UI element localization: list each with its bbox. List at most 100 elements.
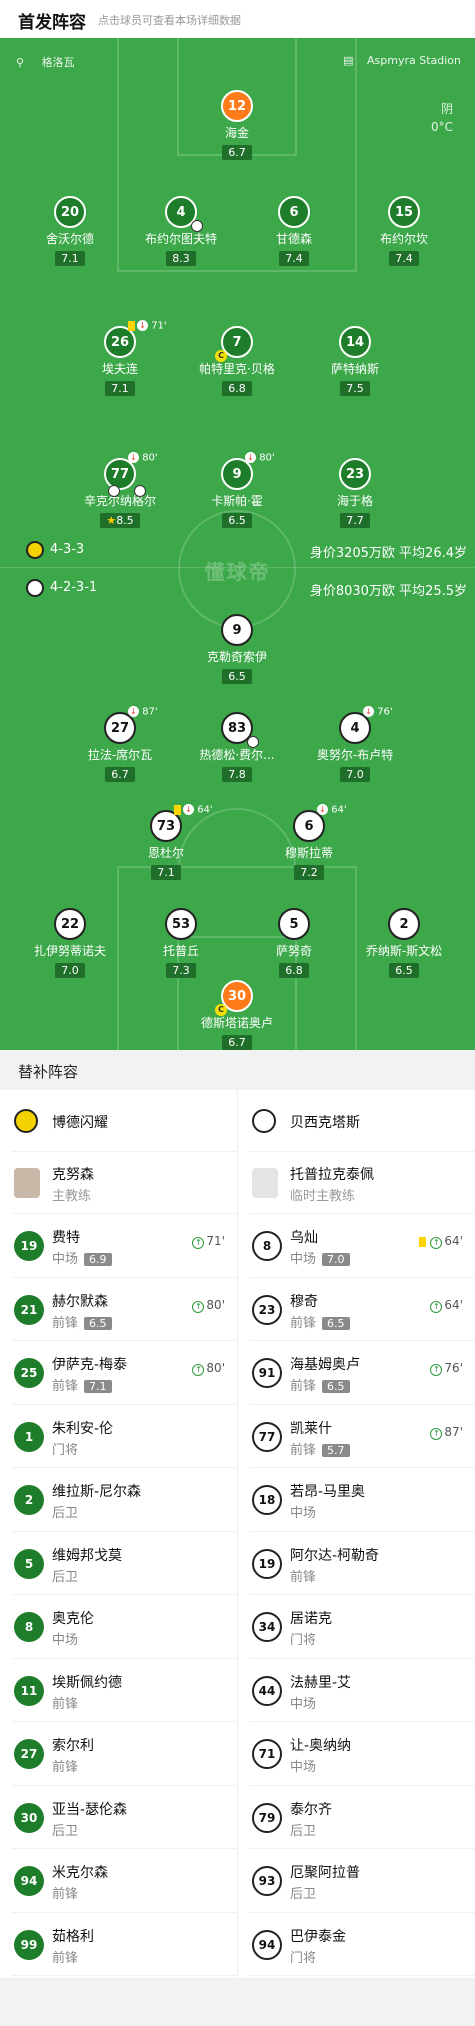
sub-player-row[interactable]: 27 索尔利 前锋 (0, 1722, 237, 1786)
goal-ball-icon (108, 485, 120, 497)
section-hint: 点击球员可查看本场详细数据 (98, 14, 241, 27)
player-home-4[interactable]: 4 布约尔图夫特 8.3 (121, 196, 241, 266)
home-value: 身价3205万欧 平均26.4岁 (309, 546, 467, 561)
sub-player-position: 后卫 (52, 1820, 78, 1839)
home-team-logo (26, 541, 44, 559)
sub-in-icon: ↑ (192, 1300, 205, 1313)
player-rating: 6.8 (279, 963, 309, 978)
sub-player-row[interactable]: 94 米克尔森 前锋 (0, 1849, 237, 1913)
sub-player-row[interactable]: 79 泰尔齐 后卫 (238, 1786, 475, 1849)
player-away-2[interactable]: 2 乔纳斯-斯文松 6.5 (344, 908, 464, 978)
coach-avatar-placeholder-icon (252, 1168, 278, 1198)
sub-player-row[interactable]: 18 若昂-马里奥 中场 (238, 1468, 475, 1532)
player-rating: 7.5 (340, 381, 370, 396)
player-away-4[interactable]: 4 ↓ 76' 奥努尔-布卢特 7.0 (295, 706, 415, 782)
player-away-53[interactable]: 53 托普丘 7.3 (121, 908, 241, 978)
player-away-30[interactable]: 30 C 德斯塔诺奥卢 6.7 (177, 980, 297, 1050)
player-rating: 7.4 (279, 251, 309, 266)
sub-player-number: 18 (252, 1485, 282, 1515)
sub-in-minute: ↑ 80' (192, 1361, 225, 1376)
player-away-22[interactable]: 22 扎伊努蒂诺夫 7.0 (10, 908, 130, 978)
player-home-20[interactable]: 20 舍沃尔德 7.1 (10, 196, 130, 266)
referee-info: ⚲ 格洛瓦 (16, 54, 75, 70)
sub-player-row[interactable]: 8 奥克伦 中场 (0, 1595, 237, 1659)
sub-player-position: 中场 6.9 (52, 1248, 112, 1267)
player-home-77[interactable]: 77 ↓ 80' 辛克尔纳格尔 ★8.5 (60, 452, 180, 528)
player-away-5[interactable]: 5 萨努奇 6.8 (234, 908, 354, 978)
player-name: 帕特里克·贝格 (199, 362, 275, 376)
player-away-73[interactable]: 73 ↓ 64' 恩杜尔 7.1 (106, 804, 226, 880)
away-coach[interactable]: 托普拉克泰佩 临时主教练 (238, 1152, 475, 1214)
sub-player-row[interactable]: 44 法赫里-艾 中场 (238, 1659, 475, 1722)
sub-player-row[interactable]: 71 让-奥纳纳 中场 (238, 1722, 475, 1786)
sub-player-name: 若昂-马里奥 (290, 1484, 366, 1500)
sub-player-position-text: 中场 (290, 1696, 317, 1712)
sub-in-minute-text: 80' (206, 1361, 225, 1375)
sub-player-number: 94 (252, 1929, 282, 1960)
player-away-27[interactable]: 27 ↓ 87' 拉法-席尔瓦 6.7 (60, 706, 180, 782)
away-subs-column: 贝西克塔斯 托普拉克泰佩 临时主教练 8 乌灿 中场 7.0 ↑ 64' 23 穆奇 前锋 6.5… (238, 1090, 475, 1976)
sub-minute: 64' (197, 804, 213, 816)
sub-minute: 76' (377, 706, 393, 718)
yellow-card-icon (174, 804, 181, 815)
player-home-7[interactable]: 7 C 帕特里克·贝格 6.8 (177, 326, 297, 396)
player-rating: 7.3 (166, 963, 196, 978)
player-rating: 7.0 (340, 767, 370, 782)
sub-player-row[interactable]: 99 茹格利 前锋 (0, 1913, 237, 1976)
sub-player-position-text: 中场 (52, 1252, 79, 1267)
home-coach[interactable]: 克努森 主教练 (0, 1152, 237, 1214)
sub-player-number: 5 (14, 1548, 44, 1579)
sub-player-row[interactable]: 8 乌灿 中场 7.0 ↑ 64' (238, 1214, 475, 1278)
sub-player-row[interactable]: 19 阿尔达-柯勒奇 前锋 (238, 1532, 475, 1595)
player-away-6[interactable]: 6 ↓ 64' 穆斯拉蒂 7.2 (249, 804, 369, 880)
sub-player-number: 25 (14, 1358, 44, 1388)
sub-player-row[interactable]: 34 居诺克 门将 (238, 1595, 475, 1659)
sub-in-minute: ↑ 76' (430, 1361, 463, 1376)
sub-player-row[interactable]: 21 赫尔默森 前锋 6.5 ↑ 80' (0, 1278, 237, 1341)
sub-player-row[interactable]: 19 费特 中场 6.9 ↑ 71' (0, 1214, 237, 1278)
row-separator (250, 1975, 475, 1976)
sub-player-number: 91 (252, 1358, 282, 1388)
sub-player-number: 93 (252, 1866, 282, 1896)
player-home-14[interactable]: 14 萨特纳斯 7.5 (295, 326, 415, 396)
sub-player-position-text: 后卫 (52, 1506, 79, 1521)
player-name: 辛克尔纳格尔 (83, 494, 156, 508)
event-badge: ↓ 64' (317, 804, 347, 816)
home-team-logo (14, 1109, 38, 1133)
sub-player-number: 44 (252, 1675, 282, 1706)
sub-player-position-text: 后卫 (290, 1887, 317, 1902)
sub-player-row[interactable]: 30 亚当-瑟伦森 后卫 (0, 1786, 237, 1849)
sub-player-row[interactable]: 77 凯莱什 前锋 5.7 ↑ 87' (238, 1405, 475, 1468)
sub-player-row[interactable]: 91 海基姆奥卢 前锋 6.5 ↑ 76' (238, 1341, 475, 1405)
sub-player-row[interactable]: 23 穆奇 前锋 6.5 ↑ 64' (238, 1278, 475, 1341)
player-home-15[interactable]: 15 布约尔坎 7.4 (344, 196, 464, 266)
player-away-83[interactable]: 83 热德松·费尔... 7.8 (177, 712, 297, 782)
sub-player-row[interactable]: 11 埃斯佩约德 前锋 (0, 1659, 237, 1722)
player-number: 22 (54, 908, 86, 940)
sub-player-position-text: 中场 (290, 1252, 317, 1267)
sub-player-row[interactable]: 93 厄聚阿拉普 后卫 (238, 1849, 475, 1913)
sub-player-row[interactable]: 94 巴伊泰金 门将 (238, 1913, 475, 1976)
player-home-6[interactable]: 6 甘德森 7.4 (234, 196, 354, 266)
sub-player-name: 赫尔默森 (52, 1293, 108, 1310)
player-rating-value: 8.5 (116, 514, 134, 527)
player-away-9[interactable]: 9 克勒奇索伊 6.5 (177, 614, 297, 684)
sub-player-number: 8 (252, 1231, 282, 1261)
player-home-12[interactable]: 12 海金 6.7 (177, 90, 297, 160)
sub-minute: 80' (142, 452, 158, 464)
stadium-icon: ▤ (343, 54, 354, 67)
player-home-9[interactable]: 9 ↓ 80' 卡斯帕·霍 6.5 (177, 452, 297, 528)
sub-player-rating: 7.1 (84, 1380, 112, 1393)
sub-player-row[interactable]: 1 朱利安-伦 门将 (0, 1405, 237, 1468)
sub-player-row[interactable]: 2 维拉斯-尼尔森 后卫 (0, 1468, 237, 1532)
sub-player-row[interactable]: 25 伊萨克-梅泰 前锋 7.1 ↑ 80' (0, 1341, 237, 1405)
sub-player-position: 中场 (290, 1693, 316, 1712)
sub-minute: 80' (259, 452, 275, 464)
sub-player-row[interactable]: 5 维姆邦戈莫 后卫 (0, 1532, 237, 1595)
sub-player-name: 巴伊泰金 (290, 1928, 346, 1945)
player-home-26[interactable]: 26 ↓ 71' 埃夫连 7.1 (60, 320, 180, 396)
sub-player-number: 8 (14, 1612, 44, 1642)
player-home-23[interactable]: 23 海于格 7.7 (295, 458, 415, 528)
home-team-name: 博德闪耀 (52, 1115, 108, 1131)
player-name: 热德松·费尔... (199, 748, 275, 762)
